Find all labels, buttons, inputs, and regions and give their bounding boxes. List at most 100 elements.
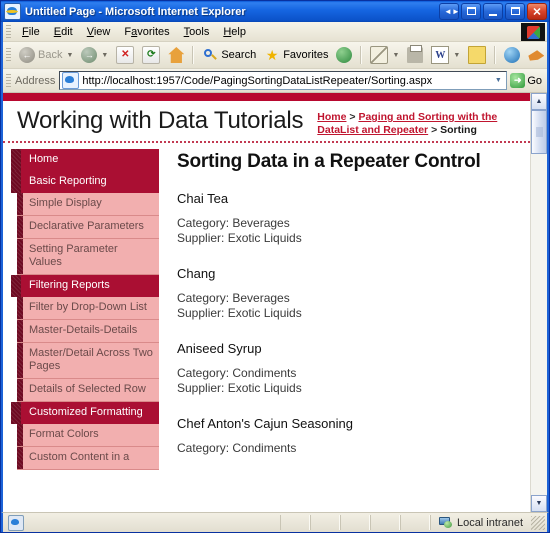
- sidebar-item-format-colors[interactable]: Format Colors: [17, 424, 159, 447]
- mail-button[interactable]: ▼: [366, 45, 403, 65]
- stop-button[interactable]: ✕: [112, 45, 138, 65]
- forward-button[interactable]: → ▼: [77, 46, 112, 64]
- product-category: Category: Condiments: [177, 441, 297, 456]
- edit-word-icon: W: [431, 46, 450, 64]
- status-bar: Local intranet: [1, 512, 549, 532]
- sidebar-item-filter-by-drop-down-list[interactable]: Filter by Drop-Down List: [17, 297, 159, 320]
- history-icon: [336, 47, 353, 63]
- sidebar-item-label: Details of Selected Row: [29, 383, 146, 395]
- menu-favorites[interactable]: Favorites: [117, 24, 176, 40]
- toolbar-separator: [192, 46, 195, 64]
- msn-button[interactable]: [500, 46, 524, 64]
- home-button[interactable]: [164, 46, 188, 64]
- ie-page-icon: [4, 3, 21, 20]
- address-input[interactable]: http://localhost:1957/Code/PagingSorting…: [59, 71, 508, 90]
- scroll-down-button[interactable]: ▼: [531, 495, 547, 512]
- sidebar-item-customized-formatting[interactable]: Customized Formatting: [11, 402, 159, 424]
- product-name: Chai Tea: [177, 191, 229, 207]
- product-supplier: Supplier: Exotic Liquids: [177, 231, 302, 246]
- address-dropdown-icon[interactable]: ▼: [490, 72, 506, 89]
- sidebar-item-label: Custom Content in a: [29, 451, 130, 463]
- product-name: Chef Anton's Cajun Seasoning: [177, 416, 353, 432]
- msn-icon: [504, 47, 521, 63]
- sidebar-item-label: Declarative Parameters: [29, 220, 144, 232]
- sidebar-item-simple-display[interactable]: Simple Display: [17, 193, 159, 216]
- web-page: Working with Data Tutorials Home > Pagin…: [3, 93, 530, 512]
- print-icon: [407, 45, 424, 63]
- sidebar-item-declarative-parameters[interactable]: Declarative Parameters: [17, 216, 159, 239]
- product-supplier: Supplier: Exotic Liquids: [177, 381, 302, 396]
- chevron-down-icon: ▼: [453, 51, 461, 59]
- search-icon: [202, 47, 218, 63]
- sidebar-item-setting-parameter-values[interactable]: Setting Parameter Values: [17, 239, 159, 275]
- page-icon: [62, 72, 80, 89]
- star-icon: ★: [265, 47, 279, 63]
- close-button[interactable]: ✕: [527, 3, 547, 20]
- sidebar-item-basic-reporting[interactable]: Basic Reporting: [11, 171, 159, 193]
- window-title: Untitled Page - Microsoft Internet Explo…: [25, 5, 246, 18]
- menu-help[interactable]: Help: [216, 24, 253, 40]
- menu-bar: File Edit View Favorites Tools Help: [3, 22, 547, 42]
- status-pane: [399, 515, 430, 530]
- product-category: Category: Condiments: [177, 366, 297, 381]
- browser-window: Untitled Page - Microsoft Internet Explo…: [0, 0, 550, 533]
- minimize-button[interactable]: [483, 3, 503, 20]
- menu-view[interactable]: View: [80, 24, 118, 40]
- status-zone[interactable]: Local intranet: [429, 515, 531, 530]
- scrollbar-thumb[interactable]: [531, 110, 547, 154]
- page-header: Working with Data Tutorials Home > Pagin…: [3, 101, 530, 143]
- menu-gripper[interactable]: [6, 24, 11, 39]
- scroll-up-button[interactable]: ▲: [531, 93, 547, 110]
- navigation-toolbar: ← Back ▼ → ▼ ✕ ⟳ Search ★ Favorites ▼ W …: [3, 42, 547, 69]
- sidebar-item-home[interactable]: Home: [11, 149, 159, 171]
- scrollbar-track[interactable]: [531, 110, 547, 495]
- resize-grip[interactable]: [531, 515, 545, 530]
- status-zone-label: Local intranet: [456, 516, 523, 529]
- maximize-button[interactable]: [505, 3, 525, 20]
- product-category: Category: Beverages: [177, 216, 290, 231]
- menu-file[interactable]: File: [15, 24, 47, 40]
- back-button[interactable]: ← Back ▼: [15, 46, 77, 64]
- sidebar-item-custom-content[interactable]: Custom Content in a: [17, 447, 159, 470]
- breadcrumb-home-link[interactable]: Home: [317, 111, 346, 123]
- sidebar-item-label: Basic Reporting: [29, 175, 107, 187]
- product-category: Category: Beverages: [177, 291, 290, 306]
- go-arrow-icon: ➜: [510, 73, 526, 88]
- address-url-text: http://localhost:1957/Code/PagingSorting…: [82, 74, 433, 87]
- favorites-button-label: Favorites: [283, 49, 329, 61]
- toolbar-gripper[interactable]: [6, 48, 11, 62]
- chevron-down-icon: ▼: [101, 51, 109, 59]
- messenger-button[interactable]: [524, 46, 548, 64]
- sidebar-item-label: Format Colors: [29, 428, 99, 440]
- window-group-button[interactable]: [461, 3, 481, 20]
- address-gripper[interactable]: [6, 73, 11, 88]
- menu-edit[interactable]: Edit: [47, 24, 80, 40]
- notes-button[interactable]: [464, 45, 490, 65]
- go-button[interactable]: ➜ Go: [507, 73, 547, 88]
- product-item: Chai Tea Category: Beverages Supplier: E…: [177, 191, 514, 246]
- history-button[interactable]: [332, 46, 356, 64]
- sidebar-item-label: Filter by Drop-Down List: [29, 301, 147, 313]
- vertical-scrollbar[interactable]: ▲ ▼: [530, 93, 547, 512]
- address-bar: Address http://localhost:1957/Code/Pagin…: [3, 69, 547, 93]
- sidebar-item-master-details-details[interactable]: Master-Details-Details: [17, 320, 159, 343]
- sidebar-nav: Home Basic Reporting Simple Display Decl…: [3, 143, 159, 470]
- page-top-bar: [3, 93, 530, 101]
- print-button[interactable]: [403, 45, 427, 64]
- product-name: Aniseed Syrup: [177, 341, 262, 357]
- edit-button[interactable]: W ▼: [427, 45, 464, 65]
- sidebar-item-details-of-selected-row[interactable]: Details of Selected Row: [17, 379, 159, 402]
- search-button[interactable]: Search: [198, 46, 260, 64]
- sidebar-item-filtering-reports[interactable]: Filtering Reports: [11, 275, 159, 297]
- sidebar-item-master-detail-across-two-pages[interactable]: Master/Detail Across Two Pages: [17, 343, 159, 379]
- stop-icon: ✕: [116, 46, 135, 64]
- menu-tools[interactable]: Tools: [177, 24, 217, 40]
- favorites-button[interactable]: ★ Favorites: [260, 46, 332, 64]
- back-arrow-icon: ←: [19, 47, 35, 63]
- notes-icon: [468, 46, 487, 64]
- restore-group-button[interactable]: ◄►: [439, 3, 460, 20]
- browser-chrome: File Edit View Favorites Tools Help ← Ba…: [1, 22, 549, 93]
- sidebar-item-label: Home: [29, 153, 59, 165]
- page-title: Working with Data Tutorials: [17, 107, 304, 134]
- refresh-button[interactable]: ⟳: [138, 45, 164, 65]
